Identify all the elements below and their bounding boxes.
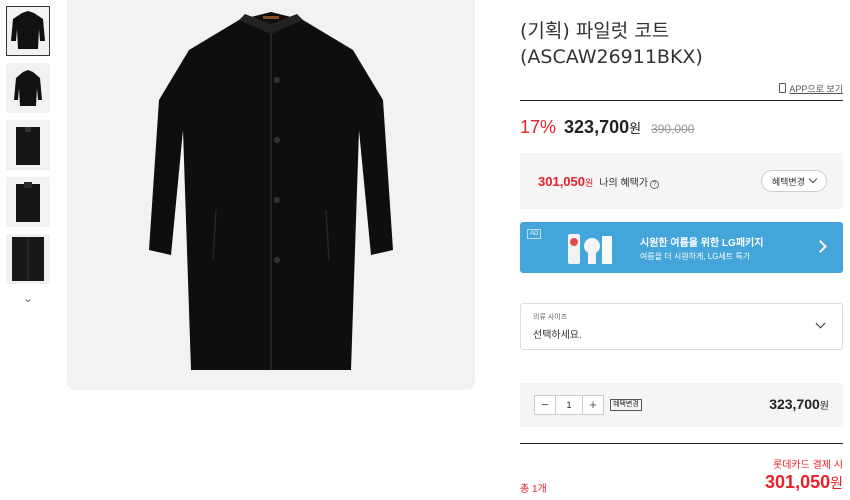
info-icon[interactable]: ? bbox=[650, 179, 660, 189]
benefit-change-tag[interactable]: 혜택변경 bbox=[610, 399, 642, 411]
divider bbox=[520, 100, 843, 101]
phone-icon bbox=[779, 83, 787, 93]
benefit-change-label: 혜택변경 bbox=[771, 176, 805, 187]
benefit-price-box: 301,050 원 나의 혜택가? 혜택변경 bbox=[520, 153, 843, 209]
thumbnail-5[interactable] bbox=[6, 234, 50, 284]
price-row: 17% 323,700 원 390,000 bbox=[520, 117, 843, 138]
ad-tag: AD bbox=[527, 229, 542, 239]
title-line-1: (기획) 파일럿 코트 bbox=[520, 20, 670, 42]
original-price: 390,000 bbox=[651, 122, 695, 136]
size-select-value: 선택하세요. bbox=[533, 330, 582, 341]
quantity-value[interactable]: 1 bbox=[555, 396, 583, 414]
minus-button[interactable]: − bbox=[535, 396, 555, 414]
app-view-link[interactable]: APP으로 보기 bbox=[520, 82, 843, 96]
thumbnail-list: ⌄ bbox=[6, 6, 52, 305]
quantity-price-value: 323,700 bbox=[769, 396, 820, 412]
product-title: (기획) 파일럿 코트 (ASCAW26911BKX) bbox=[520, 18, 843, 70]
thumbnail-4[interactable] bbox=[6, 177, 50, 227]
ad-subtitle: 여름을 더 시원하게, LG세트 특가 bbox=[640, 252, 751, 261]
chevron-right-icon bbox=[814, 240, 827, 253]
coat-thumbnail-image bbox=[14, 70, 42, 106]
coat-thumbnail-image bbox=[11, 11, 45, 49]
coat-thumbnail-image bbox=[16, 127, 40, 165]
product-info-panel: (기획) 파일럿 코트 (ASCAW26911BKX) APP으로 보기 17%… bbox=[520, 0, 843, 500]
chevron-down-icon[interactable]: ⌄ bbox=[6, 291, 50, 305]
total-row: 롯데카드 결제 시 총 1개 301,050원 bbox=[520, 444, 843, 500]
main-product-image bbox=[67, 0, 475, 390]
currency-unit: 원 bbox=[819, 401, 829, 412]
size-select-label: 의류 사이즈 bbox=[533, 314, 568, 321]
benefit-price: 301,050 bbox=[538, 173, 585, 189]
quantity-box: − 1 + 혜택변경 323,700원 bbox=[520, 383, 843, 427]
benefit-change-button[interactable]: 혜택변경 bbox=[760, 170, 827, 192]
thumbnail-3[interactable] bbox=[6, 120, 50, 170]
total-price-value: 301,050 bbox=[765, 472, 831, 492]
ad-banner[interactable]: AD 시원한 여름을 위한 LG패키지 여름을 더 시원하게, LG세트 특가 bbox=[520, 222, 843, 273]
app-link-label: APP으로 보기 bbox=[789, 84, 843, 94]
quantity-price: 323,700원 bbox=[769, 396, 829, 412]
currency-unit: 원 bbox=[629, 121, 642, 136]
coat-image bbox=[149, 12, 393, 370]
coat-thumbnail-image bbox=[12, 237, 44, 281]
title-line-2: (ASCAW26911BKX) bbox=[520, 46, 703, 68]
thumbnail-2[interactable] bbox=[6, 63, 50, 113]
plus-button[interactable]: + bbox=[583, 396, 603, 414]
sale-price: 323,700 bbox=[564, 117, 630, 137]
coat-thumbnail-image bbox=[16, 182, 40, 222]
card-payment-note: 롯데카드 결제 시 bbox=[773, 460, 843, 471]
appliance-image bbox=[568, 234, 612, 264]
total-price: 301,050원 bbox=[765, 472, 843, 493]
discount-rate: 17% bbox=[520, 117, 557, 137]
currency-unit: 원 bbox=[585, 177, 594, 188]
thumbnail-1[interactable] bbox=[6, 6, 50, 56]
quantity-stepper[interactable]: − 1 + bbox=[534, 395, 604, 415]
total-count: 총 1개 bbox=[520, 484, 547, 495]
ad-title: 시원한 여름을 위한 LG패키지 bbox=[640, 238, 764, 249]
benefit-label: 나의 혜택가 bbox=[599, 177, 649, 189]
size-select[interactable]: 의류 사이즈 선택하세요. bbox=[520, 303, 843, 350]
currency-unit: 원 bbox=[830, 475, 843, 491]
chevron-down-icon bbox=[808, 174, 818, 184]
